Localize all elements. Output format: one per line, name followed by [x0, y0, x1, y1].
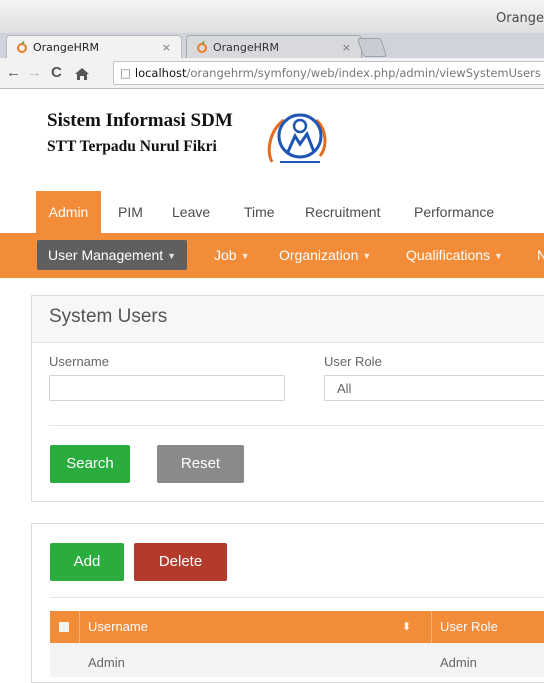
menu-time[interactable]: Time: [244, 191, 275, 233]
submenu-job-label: Job: [214, 247, 237, 263]
browser-tab-active[interactable]: OrangeHRM ×: [6, 35, 182, 58]
sub-menu: User Management ▼ Job ▼ Organization ▼ Qual…: [0, 233, 544, 278]
window-title: Orange: [496, 11, 544, 26]
cell-user-role: Admin: [440, 655, 477, 670]
menu-recruitment[interactable]: Recruitment: [305, 191, 380, 233]
caret-down-icon: ▼: [362, 251, 372, 261]
username-label: Username: [49, 354, 109, 369]
address-bar[interactable]: □ localhost/orangehrm/symfony/web/index.p…: [113, 61, 544, 85]
institution-logo: [267, 113, 327, 163]
arrow-right-icon[interactable]: →: [27, 63, 42, 83]
url-host: localhost: [134, 66, 187, 80]
menu-leave[interactable]: Leave: [172, 191, 210, 233]
add-button[interactable]: Add: [50, 543, 124, 581]
tab-close-icon[interactable]: ×: [342, 36, 351, 59]
submenu-user-management-label: User Management: [48, 247, 164, 263]
table-row[interactable]: Admin Admin: [50, 643, 544, 677]
submenu-organization-label: Organization: [279, 247, 359, 263]
main-menu: Admin PIM Leave Time Recruitment Perform…: [0, 191, 544, 233]
user-role-label: User Role: [324, 354, 382, 369]
submenu-job[interactable]: Job ▼: [214, 240, 250, 270]
reload-icon[interactable]: C: [51, 63, 62, 83]
reset-button[interactable]: Reset: [157, 445, 244, 483]
arrow-left-icon[interactable]: ←: [6, 63, 21, 83]
menu-pim[interactable]: PIM: [118, 191, 143, 233]
submenu-nationalities[interactable]: N: [537, 240, 544, 270]
user-role-value: All: [337, 381, 352, 396]
browser-toolbar: ← → C □ localhost/orangehrm/symfony/web/i…: [0, 58, 544, 89]
window-titlebar: Orange: [0, 0, 544, 33]
submenu-qualifications-label: Qualifications: [406, 247, 491, 263]
username-input[interactable]: [49, 375, 285, 401]
panel-title: System Users: [32, 296, 544, 343]
submenu-user-management[interactable]: User Management ▼: [37, 240, 188, 270]
sort-icon[interactable]: ⬍: [402, 611, 411, 643]
orangehrm-favicon-icon: [197, 41, 207, 53]
caret-down-icon: ▼: [240, 251, 250, 261]
table-header: Username ⬍ User Role: [50, 611, 544, 643]
url-path: /orangehrm/symfony/web/index.php/admin/v…: [186, 66, 541, 80]
cell-username[interactable]: Admin: [88, 655, 125, 670]
submenu-qualifications[interactable]: Qualifications ▼: [406, 240, 503, 270]
brand-subtitle: STT Terpadu Nurul Fikri: [47, 138, 217, 155]
tab-close-icon[interactable]: ×: [162, 36, 171, 59]
system-users-list-panel: Add Delete Username ⬍ User Role Admin Ad…: [31, 523, 544, 683]
select-all-checkbox[interactable]: [59, 622, 69, 632]
search-button[interactable]: Search: [50, 445, 130, 483]
page-icon: □: [120, 66, 131, 80]
browser-tab[interactable]: OrangeHRM ×: [186, 35, 362, 58]
delete-button[interactable]: Delete: [134, 543, 227, 581]
orangehrm-favicon-icon: [17, 41, 27, 53]
column-separator: [431, 611, 432, 643]
submenu-organization[interactable]: Organization ▼: [279, 240, 371, 270]
column-user-role[interactable]: User Role: [440, 611, 498, 643]
column-username[interactable]: Username: [88, 611, 148, 643]
menu-performance[interactable]: Performance: [414, 191, 494, 233]
tab-title: OrangeHRM: [213, 41, 280, 54]
column-separator: [79, 611, 80, 643]
brand-title: Sistem Informasi SDM: [47, 110, 233, 131]
divider: [49, 425, 544, 426]
tab-title: OrangeHRM: [33, 41, 100, 54]
caret-down-icon: ▼: [494, 251, 503, 261]
system-users-search-panel: System Users Username User Role All Sear…: [31, 295, 544, 502]
divider: [50, 597, 544, 598]
home-icon[interactable]: [74, 67, 90, 81]
menu-admin[interactable]: Admin: [36, 191, 101, 233]
user-role-select[interactable]: All: [324, 375, 544, 401]
caret-down-icon: ▼: [167, 251, 177, 261]
